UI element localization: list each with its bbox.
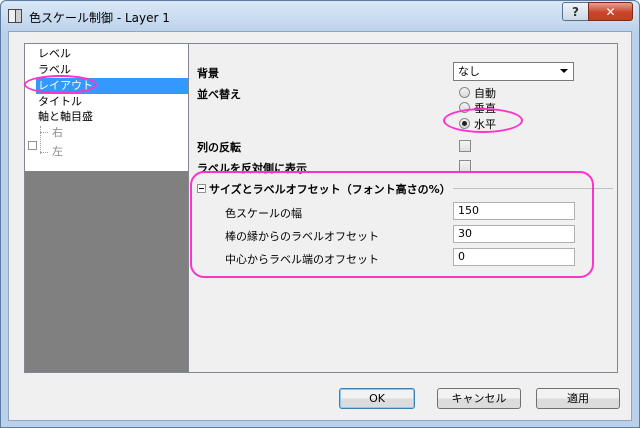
tree-item-right[interactable]: 右 — [50, 125, 65, 141]
background-select[interactable]: なし — [453, 62, 574, 81]
close-button[interactable]: ✕ — [588, 2, 633, 21]
help-button[interactable]: ? — [562, 2, 588, 21]
chevron-down-icon — [560, 69, 568, 73]
tree-connector — [40, 152, 48, 153]
background-select-value: なし — [458, 65, 480, 78]
reverse-label: 列の反転 — [197, 141, 241, 154]
title-bar[interactable]: 色スケール制御 - Layer 1 ? ✕ — [1, 1, 639, 31]
highlight-layout — [24, 75, 97, 94]
apply-button[interactable]: 適用 — [536, 388, 620, 409]
tree-item-left[interactable]: 左 — [50, 144, 65, 160]
properties-panel: 背景 なし 並べ替え 自動 垂直 水平 列の反転 ラベルを反対側に表示 サイズと… — [188, 43, 618, 373]
tree-item-title[interactable]: タイトル — [36, 94, 84, 110]
sort-label: 並べ替え — [197, 88, 241, 101]
radio-auto-label: 自動 — [474, 87, 496, 100]
tree-connector — [40, 132, 48, 133]
dialog-client: レベル ラベル レイアウト タイトル 軸と軸目盛 右 左 背景 なし 並べ替え … — [8, 31, 632, 421]
ok-button[interactable]: OK — [339, 388, 415, 409]
tree-expander[interactable] — [28, 141, 37, 150]
tree-item-level[interactable]: レベル — [36, 46, 73, 62]
highlight-offset-group — [190, 171, 594, 278]
tree-item-axis[interactable]: 軸と軸目盛 — [36, 109, 95, 125]
reverse-checkbox[interactable] — [459, 140, 471, 152]
background-label: 背景 — [197, 67, 219, 80]
highlight-horizontal — [443, 108, 523, 133]
app-icon — [8, 9, 22, 23]
tree-connector — [40, 126, 41, 154]
dialog-window: 色スケール制御 - Layer 1 ? ✕ レベル ラベル レイアウト タイトル… — [0, 0, 640, 428]
tree-empty-area — [25, 171, 190, 372]
radio-auto[interactable] — [459, 87, 470, 98]
window-title: 色スケール制御 - Layer 1 — [29, 11, 170, 25]
cancel-button[interactable]: キャンセル — [437, 388, 521, 409]
